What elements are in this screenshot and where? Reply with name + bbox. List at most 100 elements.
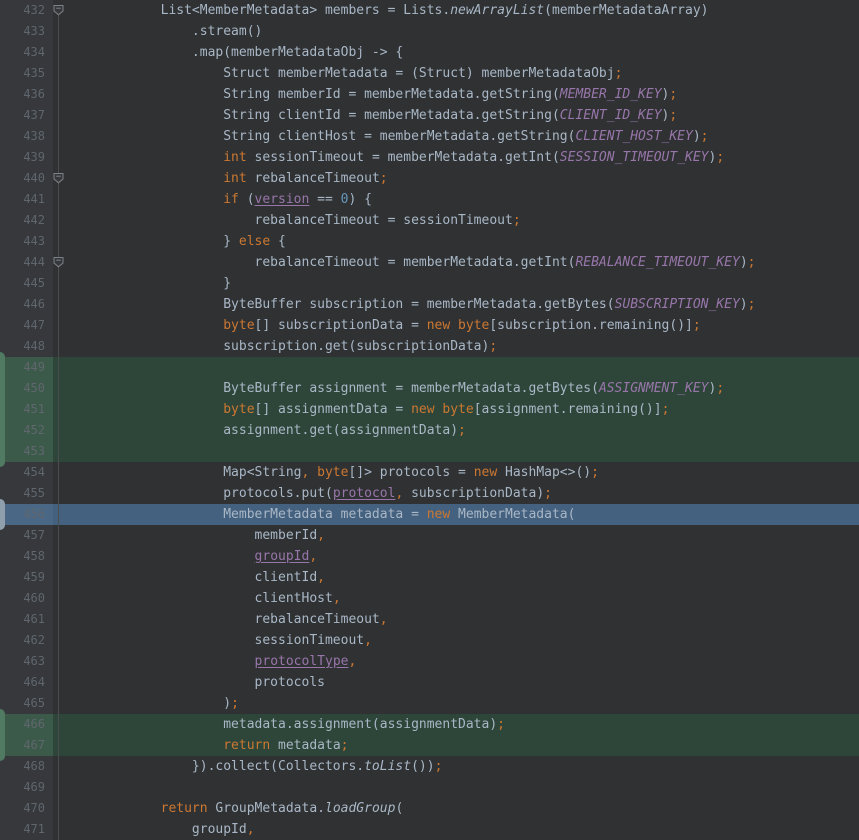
code-text[interactable]: Struct memberMetadata = (Struct) memberM… bbox=[53, 63, 859, 84]
code-text[interactable]: String clientHost = memberMetadata.getSt… bbox=[53, 126, 859, 147]
line-number[interactable]: 469 bbox=[0, 777, 53, 798]
line-number[interactable]: 445 bbox=[0, 273, 53, 294]
line-number[interactable]: 456 bbox=[0, 504, 53, 525]
code-text[interactable]: .map(memberMetadataObj -> { bbox=[53, 42, 859, 63]
code-text[interactable] bbox=[53, 441, 859, 462]
line-number[interactable]: 451 bbox=[0, 399, 53, 420]
code-text[interactable]: groupId, bbox=[53, 546, 859, 567]
code-text[interactable]: ByteBuffer subscription = memberMetadata… bbox=[53, 294, 859, 315]
line-number[interactable]: 449 bbox=[0, 357, 53, 378]
line-number[interactable]: 436 bbox=[0, 84, 53, 105]
code-text[interactable]: rebalanceTimeout = memberMetadata.getInt… bbox=[53, 252, 859, 273]
line-number[interactable]: 450 bbox=[0, 378, 53, 399]
code-text[interactable]: List<MemberMetadata> members = Lists.new… bbox=[53, 0, 859, 21]
code-text[interactable]: protocols.put(protocol, subscriptionData… bbox=[53, 483, 859, 504]
line-number[interactable]: 438 bbox=[0, 126, 53, 147]
line-number[interactable]: 440 bbox=[0, 168, 53, 189]
line-number[interactable]: 458 bbox=[0, 546, 53, 567]
code-token bbox=[98, 402, 223, 417]
code-text[interactable]: } else { bbox=[53, 231, 859, 252]
code-token bbox=[98, 549, 255, 564]
code-text[interactable]: metadata.assignment(assignmentData); bbox=[53, 714, 859, 735]
code-token: rebalanceTimeout bbox=[98, 612, 380, 627]
code-line: 437 String clientId = memberMetadata.get… bbox=[0, 105, 859, 126]
code-text[interactable]: }).collect(Collectors.toList()); bbox=[53, 756, 859, 777]
code-text[interactable]: groupId, bbox=[53, 819, 859, 840]
code-text[interactable]: int rebalanceTimeout; bbox=[53, 168, 859, 189]
line-number[interactable]: 460 bbox=[0, 588, 53, 609]
line-number[interactable]: 454 bbox=[0, 462, 53, 483]
code-text[interactable]: } bbox=[53, 273, 859, 294]
code-token: return bbox=[161, 801, 208, 816]
code-text[interactable]: String memberId = memberMetadata.getStri… bbox=[53, 84, 859, 105]
code-token: ; bbox=[380, 171, 388, 186]
line-number[interactable]: 461 bbox=[0, 609, 53, 630]
line-number[interactable]: 432 bbox=[0, 0, 53, 21]
code-text[interactable]: ByteBuffer assignment = memberMetadata.g… bbox=[53, 378, 859, 399]
line-number[interactable]: 465 bbox=[0, 693, 53, 714]
fold-collapse-icon[interactable] bbox=[52, 256, 65, 269]
line-number[interactable]: 467 bbox=[0, 735, 53, 756]
line-number[interactable]: 470 bbox=[0, 798, 53, 819]
line-number[interactable]: 459 bbox=[0, 567, 53, 588]
code-text[interactable]: protocolType, bbox=[53, 651, 859, 672]
line-number[interactable]: 437 bbox=[0, 105, 53, 126]
code-token: HashMap<>() bbox=[497, 465, 591, 480]
code-text[interactable]: .stream() bbox=[53, 21, 859, 42]
code-token: ; bbox=[693, 318, 701, 333]
code-token: clientHost bbox=[98, 591, 333, 606]
line-number[interactable]: 463 bbox=[0, 651, 53, 672]
code-token: .map(memberMetadataObj -> { bbox=[98, 45, 403, 60]
line-number[interactable]: 433 bbox=[0, 21, 53, 42]
line-number[interactable]: 457 bbox=[0, 525, 53, 546]
line-number[interactable]: 452 bbox=[0, 420, 53, 441]
code-text[interactable]: clientHost, bbox=[53, 588, 859, 609]
code-text[interactable]: protocols bbox=[53, 672, 859, 693]
code-text[interactable]: clientId, bbox=[53, 567, 859, 588]
code-line: 456 MemberMetadata metadata = new Member… bbox=[0, 504, 859, 525]
code-text[interactable]: memberId, bbox=[53, 525, 859, 546]
code-text[interactable]: return metadata; bbox=[53, 735, 859, 756]
code-token: [assignment.remaining()] bbox=[474, 402, 662, 417]
line-number[interactable]: 466 bbox=[0, 714, 53, 735]
line-number[interactable]: 443 bbox=[0, 231, 53, 252]
code-text[interactable] bbox=[53, 357, 859, 378]
code-text[interactable]: byte[] assignmentData = new byte[assignm… bbox=[53, 399, 859, 420]
line-number[interactable]: 442 bbox=[0, 210, 53, 231]
line-number[interactable]: 446 bbox=[0, 294, 53, 315]
code-token: ) bbox=[693, 129, 701, 144]
line-number[interactable]: 471 bbox=[0, 819, 53, 840]
code-line: 451 byte[] assignmentData = new byte[ass… bbox=[0, 399, 859, 420]
code-text[interactable] bbox=[53, 777, 859, 798]
code-token: CLIENT_HOST_KEY bbox=[575, 129, 692, 144]
line-number[interactable]: 464 bbox=[0, 672, 53, 693]
fold-collapse-icon[interactable] bbox=[52, 4, 65, 17]
line-number[interactable]: 468 bbox=[0, 756, 53, 777]
code-line: 463 protocolType, bbox=[0, 651, 859, 672]
line-number[interactable]: 439 bbox=[0, 147, 53, 168]
code-text[interactable]: int sessionTimeout = memberMetadata.getI… bbox=[53, 147, 859, 168]
line-number[interactable]: 462 bbox=[0, 630, 53, 651]
line-number[interactable]: 455 bbox=[0, 483, 53, 504]
code-token: , bbox=[364, 633, 372, 648]
line-number[interactable]: 447 bbox=[0, 315, 53, 336]
line-number[interactable]: 435 bbox=[0, 63, 53, 84]
fold-collapse-icon[interactable] bbox=[52, 172, 65, 185]
line-number[interactable]: 441 bbox=[0, 189, 53, 210]
code-text[interactable]: sessionTimeout, bbox=[53, 630, 859, 651]
code-text[interactable]: return GroupMetadata.loadGroup( bbox=[53, 798, 859, 819]
code-text[interactable]: if (version == 0) { bbox=[53, 189, 859, 210]
line-number[interactable]: 434 bbox=[0, 42, 53, 63]
code-text[interactable]: rebalanceTimeout = sessionTimeout; bbox=[53, 210, 859, 231]
line-number[interactable]: 444 bbox=[0, 252, 53, 273]
code-text[interactable]: rebalanceTimeout, bbox=[53, 609, 859, 630]
code-text[interactable]: MemberMetadata metadata = new MemberMeta… bbox=[53, 504, 859, 525]
code-text[interactable]: subscription.get(subscriptionData); bbox=[53, 336, 859, 357]
code-text[interactable]: ); bbox=[53, 693, 859, 714]
line-number[interactable]: 448 bbox=[0, 336, 53, 357]
code-text[interactable]: byte[] subscriptionData = new byte[subsc… bbox=[53, 315, 859, 336]
code-text[interactable]: String clientId = memberMetadata.getStri… bbox=[53, 105, 859, 126]
line-number[interactable]: 453 bbox=[0, 441, 53, 462]
code-text[interactable]: assignment.get(assignmentData); bbox=[53, 420, 859, 441]
code-text[interactable]: Map<String, byte[]> protocols = new Hash… bbox=[53, 462, 859, 483]
